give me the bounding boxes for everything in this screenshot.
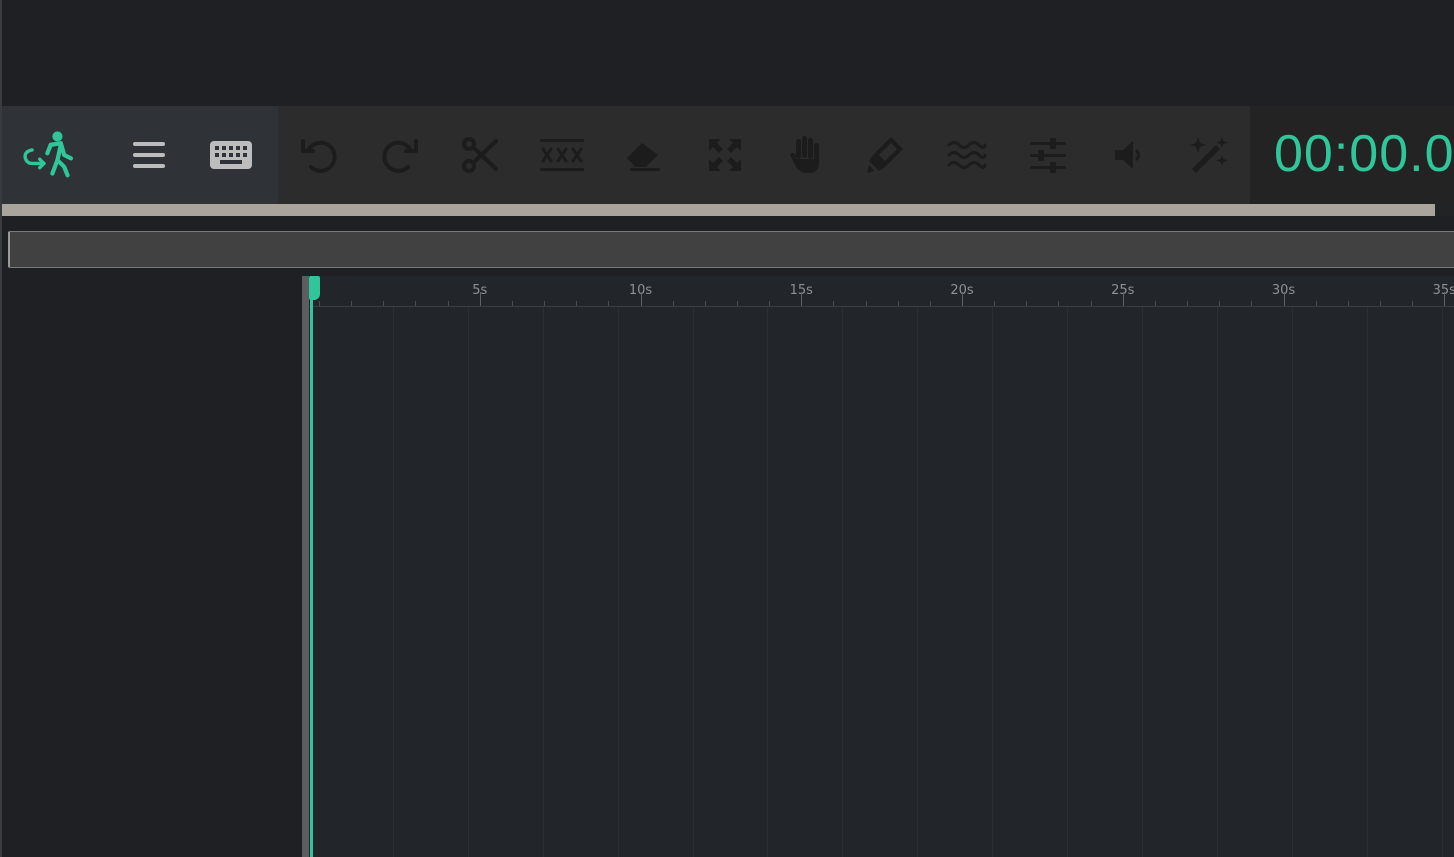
track-labels-panel bbox=[2, 276, 302, 857]
ruler-major-tick bbox=[479, 292, 481, 306]
ruler-minor-tick bbox=[544, 301, 546, 306]
ruler-major-tick bbox=[801, 292, 803, 306]
ruler-minor-tick bbox=[1219, 301, 1221, 306]
ruler-minor-tick bbox=[1379, 301, 1381, 306]
highlight-button[interactable] bbox=[858, 128, 912, 182]
ruler-minor-tick bbox=[994, 301, 996, 306]
timeline[interactable]: 5s 10s 15s 20s 25s 30s 35s bbox=[302, 276, 1454, 857]
timeline-gridline bbox=[1366, 307, 1368, 857]
timeline-gridline bbox=[1142, 307, 1144, 857]
toolbar: 00:00.0 bbox=[2, 106, 1454, 204]
timeline-left-border[interactable] bbox=[302, 276, 309, 857]
timeline-gridline bbox=[1441, 307, 1443, 857]
scissors-icon bbox=[462, 137, 498, 173]
ruler-minor-tick bbox=[351, 301, 353, 306]
volume-icon bbox=[1115, 141, 1140, 169]
censor-button[interactable] bbox=[535, 128, 589, 182]
highlighter-icon bbox=[867, 137, 903, 173]
ruler-minor-tick bbox=[447, 301, 449, 306]
timeline-gridline bbox=[842, 307, 844, 857]
ruler-minor-tick bbox=[736, 301, 738, 306]
timeline-gridline bbox=[1291, 307, 1293, 857]
playhead-handle[interactable] bbox=[309, 276, 320, 300]
enhance-button[interactable] bbox=[1182, 128, 1236, 182]
ruler-minor-tick bbox=[897, 301, 899, 306]
volume-button[interactable] bbox=[1102, 128, 1156, 182]
timeline-gridline bbox=[767, 307, 769, 857]
pan-button[interactable] bbox=[778, 128, 832, 182]
timeline-gridline bbox=[542, 307, 544, 857]
progress-bar[interactable] bbox=[2, 204, 1454, 216]
ruler-minor-tick bbox=[576, 301, 578, 306]
menu-button[interactable] bbox=[122, 128, 176, 182]
hand-icon bbox=[790, 136, 819, 173]
ruler-minor-tick bbox=[511, 301, 513, 306]
timeline-gridline bbox=[392, 307, 394, 857]
undo-button[interactable] bbox=[292, 128, 346, 182]
playhead[interactable] bbox=[310, 276, 313, 857]
edit-tool-group bbox=[278, 106, 1250, 204]
ruler-minor-tick bbox=[672, 301, 674, 306]
timeline-gridline bbox=[1067, 307, 1069, 857]
ruler-major-tick bbox=[1444, 292, 1446, 306]
ruler-minor-tick bbox=[383, 301, 385, 306]
progress-fill bbox=[2, 204, 1436, 216]
time-display-panel: 00:00.0 bbox=[1250, 106, 1454, 204]
ruler-minor-tick bbox=[1090, 301, 1092, 306]
ruler-minor-tick bbox=[1154, 301, 1156, 306]
ruler-minor-tick bbox=[1347, 301, 1349, 306]
time-display: 00:00.0 bbox=[1274, 125, 1454, 183]
time-ruler[interactable]: 5s 10s 15s 20s 25s 30s 35s bbox=[309, 276, 1454, 307]
keyboard-button[interactable] bbox=[204, 128, 258, 182]
ruler-minor-tick bbox=[1187, 301, 1189, 306]
adjust-button[interactable] bbox=[1021, 128, 1075, 182]
cut-button[interactable] bbox=[453, 128, 507, 182]
ruler-minor-tick bbox=[1058, 301, 1060, 306]
ruler-minor-tick bbox=[1026, 301, 1028, 306]
overview-scrubber[interactable] bbox=[8, 231, 1454, 268]
ruler-minor-tick bbox=[929, 301, 931, 306]
ruler-major-tick bbox=[1283, 292, 1285, 306]
ruler-minor-tick bbox=[833, 301, 835, 306]
expand-button[interactable] bbox=[698, 128, 752, 182]
expand-icon bbox=[709, 139, 741, 171]
timeline-gridline bbox=[467, 307, 469, 857]
ruler-minor-tick bbox=[319, 301, 320, 306]
menu-icon bbox=[133, 142, 165, 168]
redo-icon bbox=[382, 139, 418, 173]
timeline-gridline bbox=[1216, 307, 1218, 857]
ruler-minor-tick bbox=[769, 301, 771, 306]
sliders-icon bbox=[1030, 138, 1066, 173]
eraser-icon bbox=[625, 143, 660, 171]
waves-icon bbox=[947, 141, 987, 169]
ruler-minor-tick bbox=[865, 301, 867, 306]
timeline-gridline bbox=[692, 307, 694, 857]
exit-icon bbox=[23, 131, 74, 178]
magic-wand-icon bbox=[1190, 137, 1228, 173]
ruler-major-tick bbox=[640, 292, 642, 306]
redo-button[interactable] bbox=[373, 128, 427, 182]
erase-button[interactable] bbox=[616, 128, 670, 182]
ruler-minor-tick bbox=[1315, 301, 1317, 306]
timeline-gridline bbox=[992, 307, 994, 857]
ruler-minor-tick bbox=[1412, 301, 1414, 306]
ruler-minor-tick bbox=[415, 301, 417, 306]
waveform-button[interactable] bbox=[940, 128, 994, 182]
ruler-minor-tick bbox=[704, 301, 706, 306]
timeline-gridline bbox=[917, 307, 919, 857]
ruler-minor-tick bbox=[608, 301, 610, 306]
main-tool-group bbox=[2, 106, 278, 204]
undo-icon bbox=[301, 139, 337, 173]
ruler-major-tick bbox=[962, 292, 963, 306]
timeline-gridline bbox=[617, 307, 619, 857]
ruler-minor-tick bbox=[1251, 301, 1253, 306]
exit-button[interactable] bbox=[22, 128, 76, 182]
keyboard-icon bbox=[210, 141, 252, 169]
ruler-major-tick bbox=[1122, 292, 1124, 306]
strikethrough-icon bbox=[540, 139, 584, 171]
